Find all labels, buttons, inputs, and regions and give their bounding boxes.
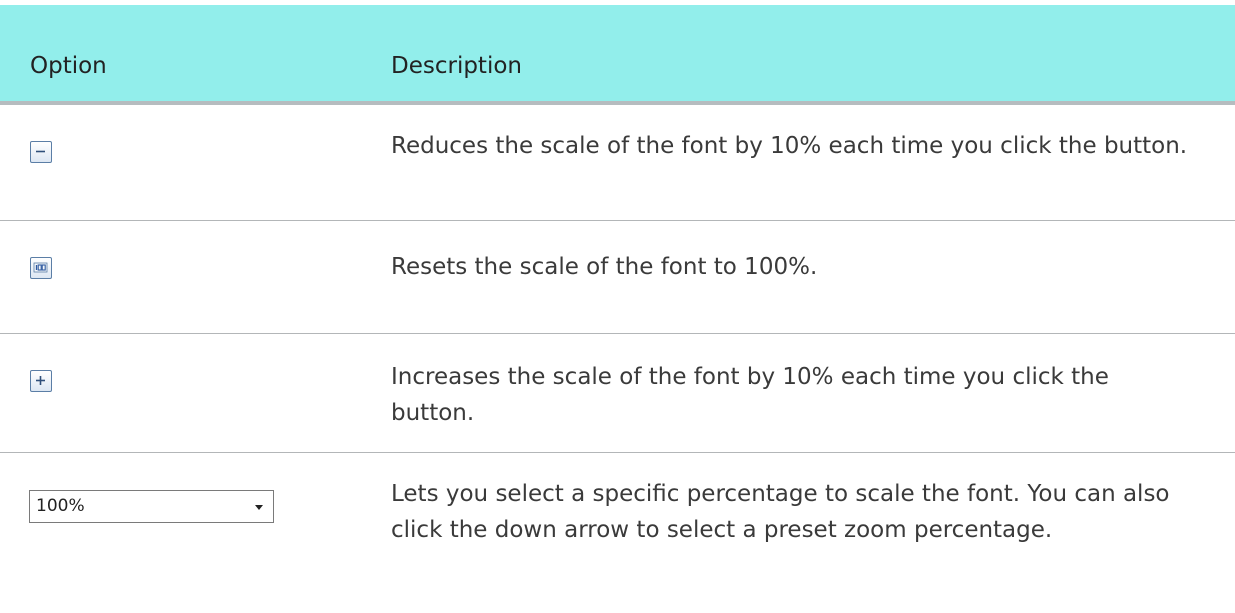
options-table: Option Description Reduces the scale of … <box>0 5 1235 603</box>
row-description: Increases the scale of the font by 10% e… <box>391 364 1109 426</box>
table-row: Increases the scale of the font by 10% e… <box>0 334 1235 453</box>
header-description: Description <box>391 53 522 79</box>
reset-zoom-icon[interactable] <box>30 257 52 279</box>
row-description: Lets you select a specific percentage to… <box>391 481 1170 543</box>
row-description: Reduces the scale of the font by 10% eac… <box>391 133 1188 159</box>
zoom-percentage-value: 100% <box>36 496 85 516</box>
header-option: Option <box>30 53 107 79</box>
row-description: Resets the scale of the font to 100%. <box>391 254 818 280</box>
table-row: Reduces the scale of the font by 10% eac… <box>0 105 1235 221</box>
table-row: Resets the scale of the font to 100%. <box>0 221 1235 334</box>
zoom-in-icon[interactable] <box>30 370 52 392</box>
table-row: 100% Lets you select a specific percenta… <box>0 453 1235 603</box>
chevron-down-icon[interactable] <box>255 505 263 510</box>
table-header: Option Description <box>0 5 1235 105</box>
zoom-out-icon[interactable] <box>30 141 52 163</box>
zoom-percentage-dropdown[interactable]: 100% <box>29 490 274 523</box>
